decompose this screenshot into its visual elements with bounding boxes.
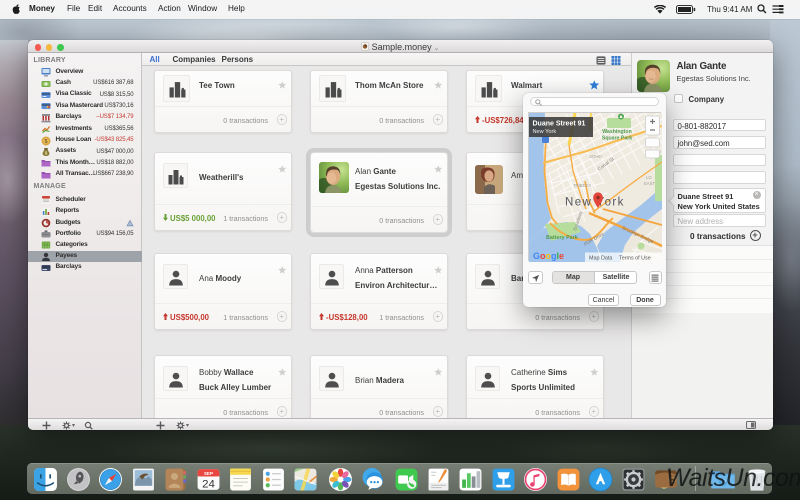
svg-text:SOHO: SOHO	[589, 154, 603, 159]
svg-text:Google: Google	[533, 251, 564, 261]
svg-text:TRIBECA: TRIBECA	[573, 183, 591, 188]
svg-text:SEP: SEP	[203, 470, 212, 475]
svg-text:LO: LO	[646, 175, 652, 180]
svg-text:24: 24	[202, 478, 215, 490]
svg-text:Terms of Use: Terms of Use	[619, 256, 651, 262]
svg-text:Battery Park: Battery Park	[546, 235, 578, 241]
svg-text:Square Park: Square Park	[602, 136, 632, 142]
svg-text:Washington: Washington	[602, 129, 632, 135]
svg-text:New York: New York	[533, 129, 557, 135]
svg-text:Map Data: Map Data	[589, 256, 612, 262]
svg-text:EAST: EAST	[644, 181, 655, 186]
svg-text:$: $	[44, 139, 47, 145]
svg-text:Duane Street 91: Duane Street 91	[533, 121, 586, 128]
